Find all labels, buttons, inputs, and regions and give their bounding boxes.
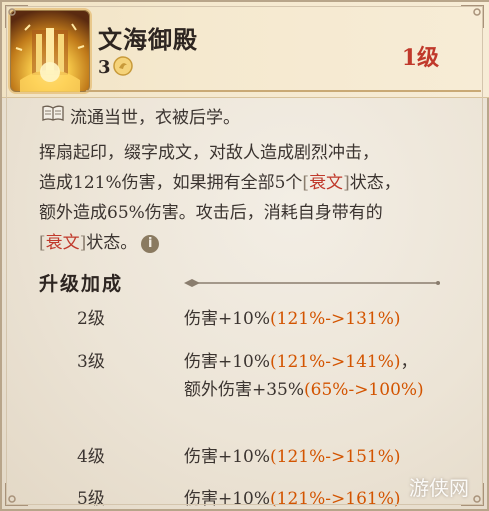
keyword-decline-text[interactable]: 衰文: [309, 173, 343, 193]
corner-ornament-icon: [459, 4, 485, 30]
desc-line-1: 挥扇起印，缀字成文，对敌人造成剧烈冲击，: [39, 143, 379, 163]
upgrade-level-effect: 伤害+10%(121%->141%)，: [184, 352, 418, 372]
upgrade-level-label: 5级: [77, 489, 105, 509]
info-circle-icon[interactable]: i: [141, 234, 160, 253]
card-title: 文海御殿: [98, 25, 198, 54]
upgrade-level-label: 2级: [77, 309, 105, 329]
card-description: 挥扇起印，缀字成文，对敌人造成剧烈冲击， 造成121%伤害，如果拥有全部5个[衰…: [39, 138, 479, 258]
desc-line-2: 造成121%伤害，如果拥有全部5个[衰文]状态，: [39, 173, 401, 193]
section-divider: [182, 279, 442, 287]
corner-ornament-icon: [459, 481, 485, 507]
upgrade-level-effect: 伤害+10%(121%->151%): [184, 447, 401, 467]
corner-ornament-icon: [4, 4, 30, 30]
card-level: 1级: [401, 45, 439, 71]
corner-ornament-icon: [4, 481, 30, 507]
open-book-icon: [42, 104, 64, 122]
upgrade-level-label: 4级: [77, 447, 105, 467]
header-divider: [86, 90, 481, 92]
card-cost: 3: [98, 57, 111, 78]
upgrade-level-effect-extra: 额外伤害+35%(65%->100%): [184, 380, 424, 400]
upgrade-level-effect: 伤害+10%(121%->131%): [184, 309, 401, 329]
keyword-decline-text[interactable]: 衰文: [46, 233, 80, 253]
card-header: 文海御殿 3 1级: [2, 2, 489, 98]
upgrade-level-label: 3级: [77, 352, 105, 372]
upgrade-section-title: 升级加成: [39, 273, 124, 295]
gold-coin-icon: [112, 55, 134, 77]
flavor-text: 流通当世，衣被后学。: [70, 108, 240, 128]
card-frame: 文海御殿 3 1级 流通当世，衣被后学。 挥扇起印，缀字成文，对敌人造成剧烈冲击…: [0, 0, 489, 511]
desc-line-4: [衰文]状态。 i: [39, 228, 479, 258]
desc-line-3: 额外造成65%伤害。攻击后，消耗自身带有的: [39, 203, 383, 223]
upgrade-level-effect: 伤害+10%(121%->161%): [184, 489, 401, 509]
